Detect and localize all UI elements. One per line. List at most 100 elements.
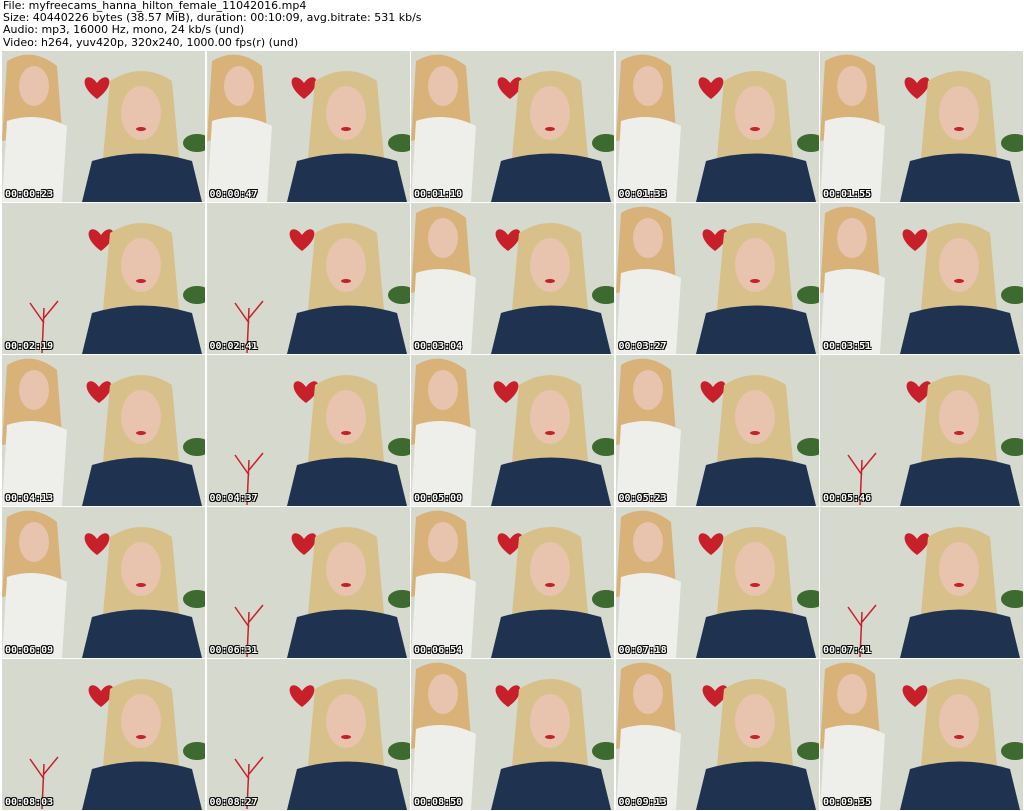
thumbnail-scene bbox=[820, 355, 1023, 506]
lips bbox=[340, 431, 351, 435]
shirt bbox=[695, 153, 816, 202]
video-thumbnail[interactable]: 00:04:13 bbox=[2, 355, 205, 506]
thumbnail-timestamp: 00:04:37 bbox=[209, 493, 258, 504]
shirt bbox=[286, 609, 407, 658]
face bbox=[121, 238, 161, 292]
thumbnail-scene bbox=[615, 355, 819, 506]
video-thumbnail[interactable]: 00:02:41 bbox=[206, 203, 410, 354]
video-thumbnail[interactable]: 00:05:00 bbox=[411, 355, 614, 506]
thumbnail-timestamp: 00:03:27 bbox=[618, 341, 667, 352]
second-person-face bbox=[428, 522, 458, 562]
lips bbox=[136, 279, 146, 283]
lips bbox=[545, 735, 555, 739]
thumbnail-timestamp: 00:06:54 bbox=[414, 645, 463, 656]
thumbnail-scene bbox=[206, 355, 410, 506]
shirt bbox=[900, 609, 1020, 658]
video-thumbnail[interactable]: 00:07:18 bbox=[615, 507, 819, 658]
thumbnail-timestamp: 00:01:10 bbox=[414, 189, 463, 200]
video-thumbnail[interactable]: 00:06:31 bbox=[206, 507, 410, 658]
shirt bbox=[82, 761, 202, 810]
second-person-face bbox=[632, 674, 663, 714]
thumbnail-scene bbox=[615, 203, 819, 354]
lips bbox=[136, 583, 146, 587]
lips bbox=[749, 431, 760, 435]
video-thumbnail[interactable]: 00:01:10 bbox=[411, 51, 614, 202]
lips bbox=[340, 583, 351, 587]
face bbox=[121, 390, 161, 444]
thumbnail-grid: 00:00:23 00:00:47 00:01:10 00:01:33 00:01:55… bbox=[2, 51, 1023, 810]
video-thumbnail[interactable]: 00:08:03 bbox=[2, 659, 205, 810]
face bbox=[734, 694, 775, 748]
second-person-face bbox=[632, 522, 663, 562]
video-thumbnail[interactable]: 00:04:37 bbox=[206, 355, 410, 506]
thumbnail-timestamp: 00:01:55 bbox=[823, 189, 872, 200]
second-person-face bbox=[632, 370, 663, 410]
shirt bbox=[82, 457, 202, 506]
video-thumbnail[interactable]: 00:01:33 bbox=[615, 51, 819, 202]
face bbox=[121, 86, 161, 140]
video-thumbnail[interactable]: 00:06:54 bbox=[411, 507, 614, 658]
face bbox=[734, 390, 775, 444]
video-thumbnail[interactable]: 00:05:23 bbox=[615, 355, 819, 506]
video-thumbnail[interactable]: 00:09:35 bbox=[820, 659, 1023, 810]
lips bbox=[545, 279, 555, 283]
shirt bbox=[900, 153, 1020, 202]
second-person-face bbox=[632, 218, 663, 258]
video-thumbnail[interactable]: 00:07:41 bbox=[820, 507, 1023, 658]
thumbnail-scene bbox=[615, 659, 819, 810]
thumbnail-scene bbox=[206, 51, 410, 202]
face bbox=[325, 694, 366, 748]
face bbox=[121, 694, 161, 748]
shirt bbox=[491, 305, 611, 354]
thumbnail-timestamp: 00:08:03 bbox=[5, 797, 54, 808]
video-thumbnail[interactable]: 00:06:09 bbox=[2, 507, 205, 658]
shirt bbox=[286, 153, 407, 202]
face bbox=[939, 86, 979, 140]
video-thumbnail[interactable]: 00:08:27 bbox=[206, 659, 410, 810]
face bbox=[121, 542, 161, 596]
thumbnail-timestamp: 00:08:50 bbox=[414, 797, 463, 808]
shirt bbox=[491, 153, 611, 202]
thumbnail-timestamp: 00:06:31 bbox=[209, 645, 258, 656]
video-thumbnail[interactable]: 00:00:47 bbox=[206, 51, 410, 202]
face bbox=[325, 390, 366, 444]
second-person-face bbox=[428, 674, 458, 714]
second-person-face bbox=[428, 218, 458, 258]
second-person-face bbox=[428, 66, 458, 106]
thumbnail-scene bbox=[206, 659, 410, 810]
thumbnail-timestamp: 00:05:00 bbox=[414, 493, 463, 504]
second-person-face bbox=[837, 218, 867, 258]
thumbnail-scene bbox=[2, 51, 205, 202]
thumbnail-timestamp: 00:09:35 bbox=[823, 797, 872, 808]
audio-info-line: Audio: mp3, 16000 Hz, mono, 24 kb/s (und… bbox=[3, 23, 245, 37]
second-person-face bbox=[19, 66, 49, 106]
shirt bbox=[491, 609, 611, 658]
second-person-face bbox=[632, 66, 663, 106]
thumbnail-scene bbox=[2, 355, 205, 506]
video-thumbnail[interactable]: 00:09:13 bbox=[615, 659, 819, 810]
video-thumbnail[interactable]: 00:02:19 bbox=[2, 203, 205, 354]
thumbnail-scene bbox=[411, 203, 614, 354]
lips bbox=[340, 279, 351, 283]
thumbnail-timestamp: 00:05:46 bbox=[823, 493, 872, 504]
lips bbox=[954, 279, 964, 283]
lips bbox=[340, 735, 351, 739]
video-thumbnail[interactable]: 00:08:50 bbox=[411, 659, 614, 810]
thumbnail-scene bbox=[2, 203, 205, 354]
video-thumbnail[interactable]: 00:03:04 bbox=[411, 203, 614, 354]
lips bbox=[340, 127, 351, 131]
video-thumbnail[interactable]: 00:00:23 bbox=[2, 51, 205, 202]
face bbox=[734, 238, 775, 292]
face bbox=[939, 390, 979, 444]
face bbox=[325, 238, 366, 292]
video-thumbnail[interactable]: 00:03:51 bbox=[820, 203, 1023, 354]
thumbnail-scene bbox=[206, 507, 410, 658]
video-thumbnail[interactable]: 00:01:55 bbox=[820, 51, 1023, 202]
video-thumbnail[interactable]: 00:03:27 bbox=[615, 203, 819, 354]
shirt bbox=[286, 457, 407, 506]
shirt bbox=[900, 457, 1020, 506]
face bbox=[939, 238, 979, 292]
second-person-face bbox=[837, 674, 867, 714]
shirt bbox=[286, 305, 407, 354]
video-thumbnail[interactable]: 00:05:46 bbox=[820, 355, 1023, 506]
